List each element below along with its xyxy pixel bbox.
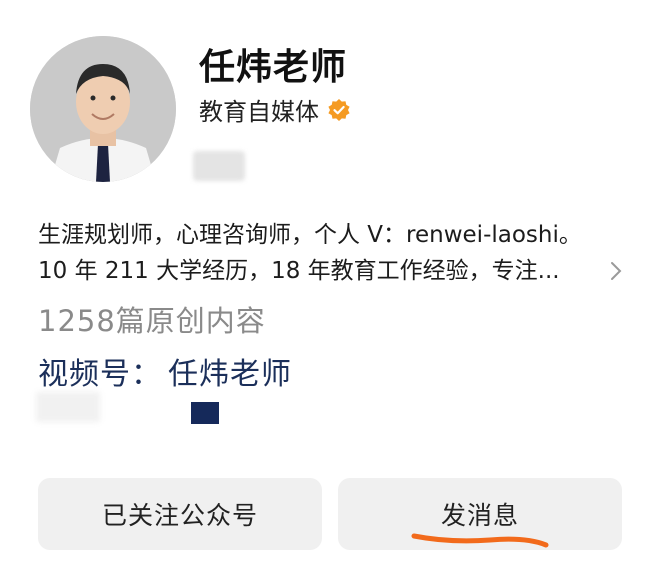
redaction-block	[191, 402, 219, 424]
avatar-portrait-icon	[30, 36, 176, 182]
account-role: 教育自媒体	[199, 92, 351, 127]
video-channel-label: 视频号：	[38, 357, 162, 392]
profile-page: 任炜老师 教育自媒体 生涯规划师，心理咨询师，个人 V：renwei-laosh…	[0, 0, 660, 561]
video-channel-link[interactable]: 视频号： 任炜老师	[38, 349, 292, 393]
chevron-right-icon[interactable]	[608, 260, 624, 282]
account-name: 任炜老师	[199, 47, 348, 88]
video-channel-name: 任炜老师	[168, 357, 292, 392]
blurred-region	[193, 151, 245, 181]
account-role-label: 教育自媒体	[199, 98, 319, 126]
followed-account-button[interactable]: 已关注公众号	[38, 478, 322, 550]
account-bio[interactable]: 生涯规划师，心理咨询师，个人 V：renwei-laoshi。 10 年 211…	[38, 217, 628, 289]
blurred-region	[36, 392, 100, 422]
send-message-button[interactable]: 发消息	[338, 478, 622, 550]
bio-line-2: 10 年 211 大学经历，18 年教育工作经验，专注...	[38, 258, 560, 284]
avatar[interactable]	[30, 36, 176, 182]
verified-badge-icon	[328, 98, 350, 121]
bio-line-1: 生涯规划师，心理咨询师，个人 V：renwei-laoshi。	[38, 222, 582, 248]
original-content-count: 1258篇原创内容	[38, 304, 266, 338]
bio-row-2: 10 年 211 大学经历，18 年教育工作经验，专注...	[38, 253, 628, 289]
